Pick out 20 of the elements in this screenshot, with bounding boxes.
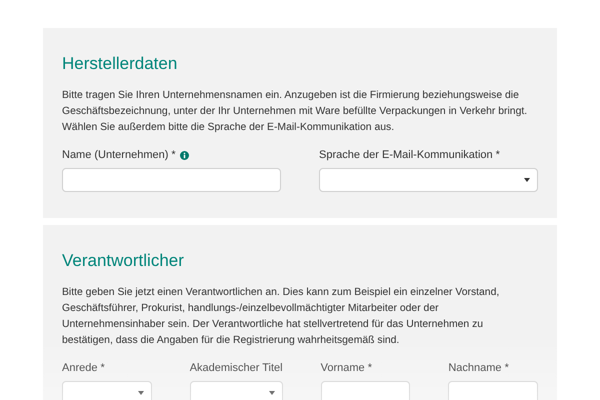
input-field[interactable]: [448, 381, 538, 400]
dropdown-field[interactable]: [62, 381, 152, 400]
section-title: Herstellerdaten: [62, 53, 178, 75]
field-label: Akademischer Titel: [190, 362, 283, 374]
info-icon[interactable]: [180, 150, 189, 160]
section-title: Verantwortlicher: [62, 250, 185, 272]
field-label: Vorname *: [320, 362, 372, 374]
field-label: Sprache der E-Mail-Kommunikation *: [319, 149, 500, 161]
section-description: Bitte geben Sie jetzt einen Verantwortlichen an. Dies kann zum Beispiel ein einzelner Vorstand, Geschäftsführer, Prokurist, handlungs-/einzelbevollmächtigter Mitarbeiter oder der Unternehmensinhaber sein. Der Verantwortliche hat stellvertretend für das Unternehmen zu bestätigen, dass die Angaben für die Registrierung wahrheitsgemäß sind.: [62, 286, 500, 348]
dropdown-field[interactable]: [319, 168, 538, 192]
caret-icon: [138, 391, 144, 395]
field-label: Nachname *: [448, 362, 509, 374]
dropdown-field[interactable]: [190, 381, 283, 400]
caret-icon: [268, 391, 275, 395]
input-field[interactable]: [62, 168, 281, 192]
field-label: Anrede *: [62, 362, 105, 374]
field-label: Name (Unternehmen) *: [62, 149, 176, 161]
input-field[interactable]: [320, 381, 410, 400]
caret-icon: [524, 178, 530, 182]
section-description: Bitte tragen Sie Ihren Unternehmensnamen ein. Anzugeben ist die Firmierung beziehungsweise die Geschäftsbezeichnung, unter der Ihr Unternehmen mit Ware befüllte Verpackungen in Verkehr bringt. Wählen Sie außerdem bitte die Sprache der E-Mail-Kommunikation aus.: [62, 89, 528, 135]
